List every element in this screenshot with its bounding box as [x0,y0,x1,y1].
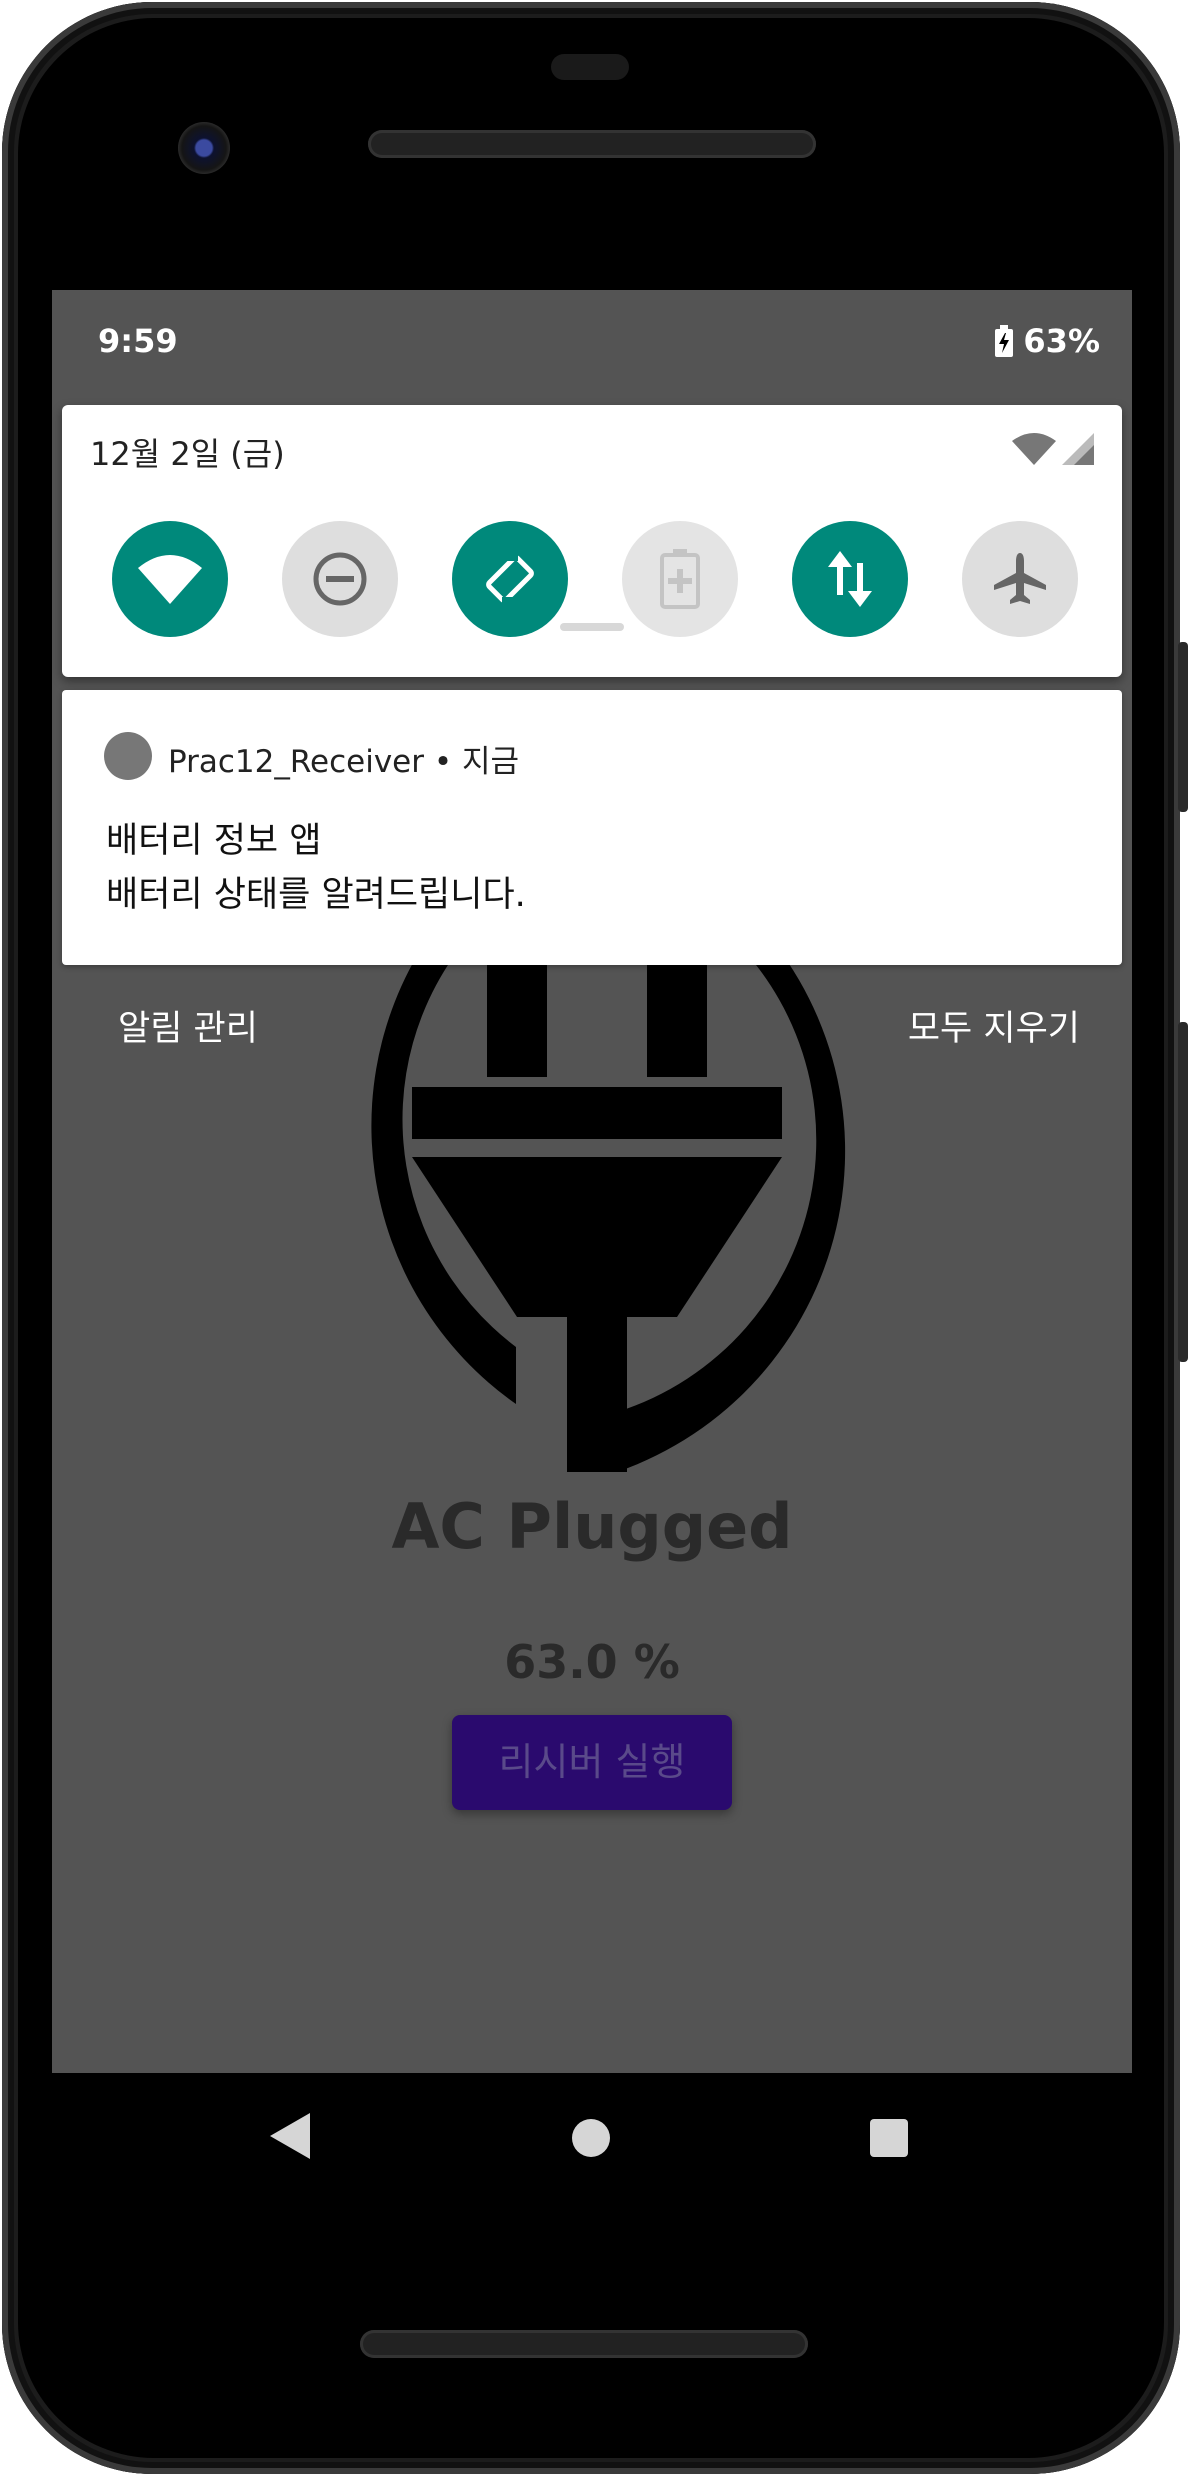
bottom-speaker [360,2330,808,2358]
notification-text: 배터리 상태를 알려드립니다. [106,875,526,915]
tile-mobile-data[interactable] [792,521,908,637]
notification-title: 배터리 정보 앱 [106,821,322,861]
manage-notifications-button[interactable]: 알림 관리 [118,1000,258,1051]
notification-time: 지금 [462,744,520,780]
cell-signal-icon [1062,433,1094,465]
qs-signal-icons [1012,433,1094,465]
ac-plug-icon [371,912,846,1472]
status-time: 9:59 [98,322,178,360]
sensor [551,54,629,80]
recents-icon[interactable] [870,2119,908,2157]
notification-app-name: Prac12_Receiver [168,744,424,780]
battery-percent-text: 63.0 % [504,1635,680,1689]
qs-tiles [112,521,1078,637]
charging-status-text: AC Plugged [391,1490,793,1563]
home-icon[interactable] [572,2119,610,2157]
notification-actions: 알림 관리 모두 지우기 [52,1000,1132,1060]
power-button [1178,642,1188,812]
navigation-bar [52,2073,1132,2203]
earpiece-speaker [368,130,816,158]
notification-header: Prac12_Receiver • 지금 [168,736,519,781]
airplane-icon [994,553,1046,604]
clear-all-button[interactable]: 모두 지우기 [908,1000,1080,1051]
battery-charging-icon [995,325,1014,357]
wifi-icon [138,555,202,604]
battery-plus-icon [660,549,700,609]
qs-date: 12월 2일 (금) [90,435,285,473]
notification-card[interactable]: Prac12_Receiver • 지금 배터리 정보 앱 배터리 상태를 알려… [62,690,1122,965]
app-icon [104,732,152,780]
status-right: 63% [995,322,1100,360]
tile-do-not-disturb[interactable] [282,521,398,637]
wifi-icon [1012,433,1056,465]
run-receiver-button[interactable]: 리시버 실행 [452,1715,732,1810]
qs-expand-handle[interactable] [560,623,624,631]
front-camera [178,122,230,174]
data-arrows-icon [828,551,872,607]
tile-auto-rotate[interactable] [452,521,568,637]
quick-settings-panel: 12월 2일 (금) [62,405,1122,677]
notification-separator: • [433,744,453,780]
battery-percent: 63% [1023,322,1100,360]
tile-wifi[interactable] [112,521,228,637]
tile-airplane-mode[interactable] [962,521,1078,637]
back-icon[interactable] [270,2113,310,2159]
tile-battery-saver[interactable] [622,521,738,637]
status-bar: 9:59 63% [52,300,1132,390]
volume-button [1178,1022,1188,1362]
rotate-icon [486,553,534,605]
minus-circle-icon [313,552,367,606]
